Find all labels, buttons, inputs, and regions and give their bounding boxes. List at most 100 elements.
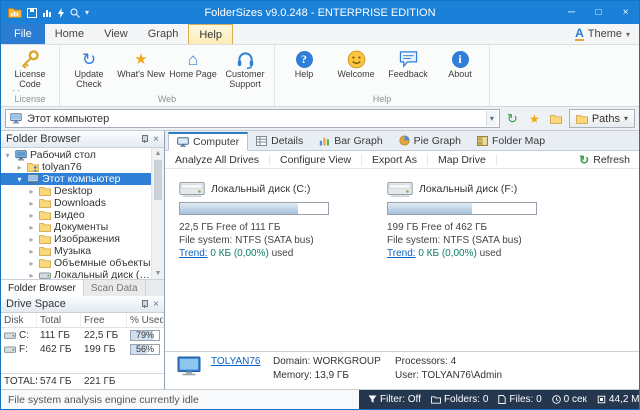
location-combo[interactable]: Этот компьютер ▾ <box>5 109 500 128</box>
theme-button[interactable]: A Theme ▾ <box>566 24 639 44</box>
window-title: FolderSizes v9.0.248 - ENTERPRISE EDITIO… <box>1 7 639 19</box>
close-panel-icon[interactable]: × <box>153 299 159 310</box>
status-item[interactable]: Folders: 0 <box>426 394 493 405</box>
ribbon-button-about[interactable]: iAbout <box>434 47 486 94</box>
maximize-button[interactable]: □ <box>585 1 612 24</box>
tab-computer[interactable]: Computer <box>168 132 248 151</box>
tab-bar-graph[interactable]: Bar Graph <box>311 131 390 150</box>
drive-card[interactable]: Локальный диск (C:)22,5 ГБ Free of 111 Г… <box>179 179 381 260</box>
ribbon-button-what-s-new[interactable]: ★What's New <box>115 47 167 94</box>
ribbon-group-web: ↻Update Check★What's New⌂Home PageCustom… <box>60 45 275 106</box>
status-item[interactable]: Files: 0 <box>493 394 546 405</box>
expand-icon[interactable]: ▸ <box>27 223 36 232</box>
tree-item[interactable]: ▸Локальный диск (C:) <box>1 269 151 279</box>
refresh-button[interactable]: ↻ Refresh <box>570 154 639 166</box>
favorites-icon[interactable]: ★ <box>525 109 544 128</box>
tree-scrollbar[interactable]: ▲ ▼ <box>151 148 164 279</box>
tree-item[interactable]: ▸Desktop <box>1 185 151 197</box>
tree-item[interactable]: ▾Рабочий стол <box>1 149 151 161</box>
qat-dropdown-icon[interactable]: ▾ <box>85 8 89 17</box>
folder-icon <box>39 258 51 268</box>
table-row[interactable]: C:111 ГБ22,5 ГБ79% <box>1 328 164 342</box>
scroll-down-icon[interactable]: ▼ <box>152 268 164 279</box>
paths-button[interactable]: Paths ▾ <box>569 109 635 128</box>
theme-icon: A <box>575 28 584 41</box>
folder-icon <box>431 396 441 404</box>
tree-item[interactable]: ▸Объемные объекты <box>1 257 151 269</box>
collapse-icon[interactable]: ▾ <box>3 151 12 160</box>
close-button[interactable]: × <box>612 1 639 24</box>
expand-icon[interactable]: ▸ <box>27 247 36 256</box>
folder-icon <box>39 222 51 232</box>
user-icon <box>27 162 39 172</box>
ribbon-tab-home[interactable]: Home <box>45 24 94 44</box>
ribbon-button-feedback[interactable]: Feedback <box>382 47 434 94</box>
toolbar-button-export-as[interactable]: Export As <box>362 154 428 166</box>
tree-item[interactable]: ▸Видео <box>1 209 151 221</box>
tree-item[interactable]: ▸Документы <box>1 221 151 233</box>
combo-dropdown-icon[interactable]: ▾ <box>486 111 497 126</box>
tree-item[interactable]: ▸Музыка <box>1 245 151 257</box>
go-refresh-icon[interactable]: ↻ <box>503 109 522 128</box>
ribbon-button-help[interactable]: ?Help <box>278 47 330 94</box>
ribbon-tab-view[interactable]: View <box>94 24 138 44</box>
column-header[interactable]: Disk <box>1 313 37 327</box>
tab-pie-graph[interactable]: Pie Graph <box>391 131 469 150</box>
ribbon-button-customer-support[interactable]: Customer Support <box>219 47 271 94</box>
used-percent-bar: 79% <box>130 330 160 341</box>
tree-item[interactable]: ▸Downloads <box>1 197 151 209</box>
ribbon-button-home-page[interactable]: ⌂Home Page <box>167 47 219 94</box>
scroll-thumb[interactable] <box>154 160 162 200</box>
save-icon[interactable] <box>27 8 37 18</box>
tree-item[interactable]: ▸tolyan76 <box>1 161 151 173</box>
totals-label: TOTALS: <box>1 376 37 387</box>
ribbon-button-welcome[interactable]: Welcome <box>330 47 382 94</box>
trend-link[interactable]: Trend: <box>387 248 416 259</box>
tree-item[interactable]: ▾Этот компьютер <box>1 173 151 185</box>
about-icon: i <box>452 48 469 70</box>
drive-table-rows: C:111 ГБ22,5 ГБ79%F:462 ГБ199 ГБ56% <box>1 328 164 356</box>
ribbon-tab-file[interactable]: File <box>1 24 45 44</box>
filesystem-text: File system: NTFS (SATA bus) <box>387 234 589 247</box>
collapse-icon[interactable]: ▾ <box>15 175 24 184</box>
scroll-up-icon[interactable]: ▲ <box>152 148 164 159</box>
table-row[interactable]: F:462 ГБ199 ГБ56% <box>1 342 164 356</box>
flash-icon[interactable] <box>57 8 65 18</box>
column-header[interactable]: Total <box>37 313 81 327</box>
status-item[interactable]: Filter: Off <box>363 394 426 405</box>
recent-folders-icon[interactable] <box>547 109 566 128</box>
column-header[interactable]: % Used <box>127 313 164 327</box>
toolbar-button-analyze-all-drives[interactable]: Analyze All Drives <box>165 154 270 166</box>
panel-tab-scan-data[interactable]: Scan Data <box>84 280 146 296</box>
pin-icon[interactable] <box>140 135 148 144</box>
ribbon-button-update-check[interactable]: ↻Update Check <box>63 47 115 94</box>
panel-tab-folder-browser[interactable]: Folder Browser <box>1 280 84 296</box>
column-header[interactable]: Free <box>81 313 127 327</box>
expand-icon[interactable]: ▸ <box>27 199 36 208</box>
drives-panel: Локальный диск (C:)22,5 ГБ Free of 111 Г… <box>165 169 639 351</box>
status-item[interactable]: 44,2 МБ <box>592 394 640 405</box>
tree-item[interactable]: ▸Изображения <box>1 233 151 245</box>
tab-folder-map[interactable]: Folder Map <box>469 131 553 150</box>
expand-icon[interactable]: ▸ <box>27 271 36 280</box>
status-item[interactable]: 0 сек <box>547 394 592 405</box>
trend-link[interactable]: Trend: <box>179 248 208 259</box>
expand-icon[interactable]: ▸ <box>27 235 36 244</box>
tab-details[interactable]: Details <box>248 131 311 150</box>
expand-icon[interactable]: ▸ <box>27 259 36 268</box>
toolbar-button-configure-view[interactable]: Configure View <box>270 154 362 166</box>
toolbar-button-map-drive[interactable]: Map Drive <box>428 154 497 166</box>
expand-icon[interactable]: ▸ <box>15 163 24 172</box>
ribbon-button-license-code-manager[interactable]: License Code Manager <box>4 47 56 94</box>
close-panel-icon[interactable]: × <box>153 134 159 145</box>
expand-icon[interactable]: ▸ <box>27 211 36 220</box>
drive-card[interactable]: Локальный диск (F:)199 ГБ Free of 462 ГБ… <box>387 179 589 260</box>
minimize-button[interactable]: ─ <box>558 1 585 24</box>
expand-icon[interactable]: ▸ <box>27 187 36 196</box>
ribbon-tab-help[interactable]: Help <box>188 24 233 44</box>
pin-icon[interactable] <box>140 300 148 309</box>
computer-name-link[interactable]: TOLYAN76 <box>211 356 273 367</box>
search-icon[interactable] <box>70 8 80 18</box>
ribbon-tab-graph[interactable]: Graph <box>138 24 189 44</box>
chart-icon[interactable] <box>42 8 52 18</box>
